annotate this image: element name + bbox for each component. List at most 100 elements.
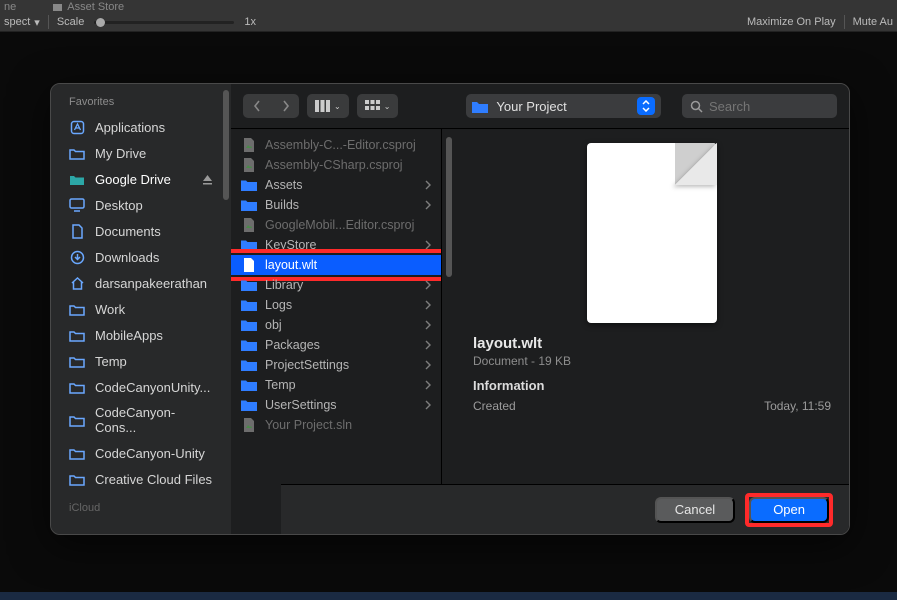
sidebar-item-codecanyon-cons-[interactable]: CodeCanyon-Cons... (51, 400, 231, 440)
file-row[interactable]: UserSettings (231, 395, 441, 415)
eject-icon[interactable] (202, 174, 213, 185)
file-row[interactable]: Library (231, 275, 441, 295)
asset-store-tab[interactable]: Asset Store (52, 1, 124, 13)
file-row[interactable]: Logs (231, 295, 441, 315)
home-icon (69, 275, 85, 291)
aspect-chevron-icon: ▾ (34, 16, 40, 29)
sidebar-scrollbar[interactable] (223, 90, 229, 200)
asset-store-label: Asset Store (67, 1, 124, 13)
document-icon (241, 158, 257, 172)
chevron-down-icon: ⌄ (384, 102, 391, 111)
document-icon (241, 138, 257, 152)
path-updown-icon (637, 97, 655, 115)
sidebar: Favorites Applications My Drive Google Dri… (51, 84, 231, 534)
chevron-right-icon (425, 340, 431, 350)
nav-back-button[interactable] (243, 94, 271, 118)
search-input[interactable] (709, 99, 829, 114)
divider (844, 15, 845, 29)
file-icon (241, 258, 257, 272)
view-groupby-button[interactable]: ⌄ (357, 94, 399, 118)
unity-tab-bar: ne Asset Store (0, 0, 897, 13)
open-file-dialog: Favorites Applications My Drive Google Dri… (50, 83, 850, 535)
folder-icon (241, 239, 257, 251)
file-row[interactable]: obj (231, 315, 441, 335)
folder-icon (69, 327, 85, 343)
aspect-dropdown[interactable]: spect (4, 16, 30, 28)
sidebar-item-downloads[interactable]: Downloads (51, 244, 231, 270)
chevron-right-icon (425, 400, 431, 410)
sidebar-item-label: CodeCanyonUnity... (95, 380, 210, 395)
toolbar: ⌄ ⌄ Your Project (231, 84, 849, 128)
preview-thumbnail (587, 143, 717, 323)
sidebar-item-label: My Drive (95, 146, 146, 161)
file-row[interactable]: KeyStore (231, 235, 441, 255)
sidebar-item-my-drive[interactable]: My Drive (51, 140, 231, 166)
file-column: Assembly-C...-Editor.csproj Assembly-CSha… (231, 129, 441, 534)
sidebar-item-label: CodeCanyon-Unity (95, 446, 205, 461)
file-row-label: layout.wlt (265, 258, 317, 272)
folder-icon (241, 339, 257, 351)
cancel-button[interactable]: Cancel (655, 497, 735, 523)
path-selector[interactable]: Your Project (466, 94, 661, 118)
file-row-label: Builds (265, 198, 299, 212)
sidebar-item-work[interactable]: Work (51, 296, 231, 322)
sidebar-heading-favorites: Favorites (51, 96, 231, 114)
chevron-right-icon (425, 380, 431, 390)
dialog-footer: Cancel Open (281, 484, 849, 534)
nav-forward-button[interactable] (271, 94, 299, 118)
folder-icon (69, 471, 85, 487)
view-columns-button[interactable]: ⌄ (307, 94, 349, 118)
sidebar-item-desktop[interactable]: Desktop (51, 192, 231, 218)
sidebar-item-label: Applications (95, 120, 165, 135)
columns-icon (315, 100, 330, 112)
file-row-label: Assets (265, 178, 303, 192)
file-row[interactable]: ProjectSettings (231, 355, 441, 375)
folder-icon (241, 179, 257, 191)
grid-icon (365, 100, 380, 112)
sidebar-favorites-list: ApplicationsMy DriveGoogle DriveDesktopD… (51, 114, 231, 492)
column-scrollbar[interactable] (441, 129, 455, 534)
sidebar-item-codecanyonunity-[interactable]: CodeCanyonUnity... (51, 374, 231, 400)
sidebar-item-codecanyon-unity[interactable]: CodeCanyon-Unity (51, 440, 231, 466)
file-row[interactable]: Packages (231, 335, 441, 355)
mute-audio-toggle[interactable]: Mute Au (853, 16, 893, 28)
file-row[interactable]: Temp (231, 375, 441, 395)
chevron-right-icon (425, 240, 431, 250)
dialog-main: ⌄ ⌄ Your Project (231, 84, 849, 534)
sidebar-item-google-drive[interactable]: Google Drive (51, 166, 231, 192)
open-button[interactable]: Open (749, 497, 829, 523)
divider (48, 15, 49, 29)
path-label: Your Project (496, 99, 566, 114)
file-row[interactable]: Assets (231, 175, 441, 195)
scrollbar-thumb[interactable] (446, 137, 452, 277)
file-row: GoogleMobil...Editor.csproj (231, 215, 441, 235)
search-icon (690, 100, 703, 113)
sidebar-item-label: CodeCanyon-Cons... (95, 405, 213, 435)
sidebar-item-creative-cloud-files[interactable]: Creative Cloud Files (51, 466, 231, 492)
sidebar-heading-icloud: iCloud (51, 502, 231, 520)
sidebar-item-documents[interactable]: Documents (51, 218, 231, 244)
preview-created-row: Created Today, 11:59 (473, 399, 831, 413)
sidebar-item-darsanpakeerathan[interactable]: darsanpakeerathan (51, 270, 231, 296)
file-row: Assembly-CSharp.csproj (231, 155, 441, 175)
sidebar-item-temp[interactable]: Temp (51, 348, 231, 374)
sidebar-item-mobileapps[interactable]: MobileApps (51, 322, 231, 348)
file-row[interactable]: layout.wlt (231, 255, 441, 275)
folder-icon (69, 445, 85, 461)
scale-slider[interactable] (94, 21, 234, 24)
file-row: Assembly-C...-Editor.csproj (231, 135, 441, 155)
page-fold-icon (675, 143, 717, 185)
preview-filename: layout.wlt (473, 335, 831, 352)
file-row-label: UserSettings (265, 398, 337, 412)
slider-thumb[interactable] (96, 18, 105, 27)
file-row-label: obj (265, 318, 282, 332)
file-row[interactable]: Builds (231, 195, 441, 215)
sidebar-item-label: MobileApps (95, 328, 163, 343)
sidebar-item-applications[interactable]: Applications (51, 114, 231, 140)
maximize-on-play-toggle[interactable]: Maximize On Play (747, 16, 836, 28)
file-row-label: Assembly-C...-Editor.csproj (265, 138, 416, 152)
column-view: Assembly-C...-Editor.csproj Assembly-CSha… (231, 128, 849, 534)
file-row-label: Assembly-CSharp.csproj (265, 158, 403, 172)
sidebar-item-label: Google Drive (95, 172, 171, 187)
search-field[interactable] (682, 94, 837, 118)
